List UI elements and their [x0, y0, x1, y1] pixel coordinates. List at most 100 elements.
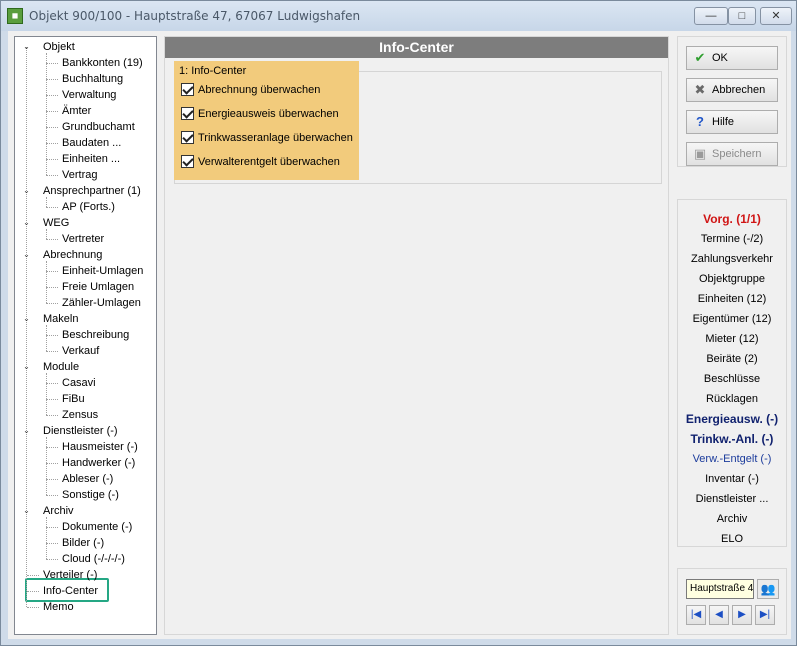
tree-item[interactable]: Handwerker (-)	[60, 455, 137, 471]
tree-item[interactable]: Buchhaltung	[60, 71, 125, 87]
tree-item-label: Zähler-Umlagen	[62, 297, 141, 309]
tree-item-label: Verkauf	[62, 345, 100, 357]
tree-item[interactable]: Casavi	[60, 375, 98, 391]
ok-button[interactable]: ✔ OK	[686, 46, 778, 70]
tree-item[interactable]: Baudaten ...	[60, 135, 123, 151]
tree-item[interactable]: Abrechnung	[41, 247, 104, 263]
first-record-button[interactable]: |◀	[686, 605, 706, 625]
monitor-checkbox-row[interactable]: Trinkwasseranlage überwachen	[181, 131, 353, 147]
checkbox-label: Abrechnung überwachen	[198, 84, 321, 96]
monitor-checkbox-row[interactable]: Abrechnung überwachen	[181, 83, 320, 99]
checkbox-checked-icon[interactable]	[181, 155, 194, 168]
tree-item[interactable]: Bankkonten (19)	[60, 55, 145, 71]
nav-link[interactable]: Inventar (-)	[678, 471, 786, 487]
nav-link[interactable]: Termine (-/2)	[678, 231, 786, 247]
tree-item[interactable]: Zensus	[60, 407, 100, 423]
tree-item-label: Hausmeister (-)	[62, 441, 138, 453]
tree-item[interactable]: Zähler-Umlagen	[60, 295, 143, 311]
address-field[interactable]: Hauptstraße 47	[686, 579, 754, 599]
tree-connector-line	[46, 261, 47, 303]
tree-item-label: Archiv	[43, 505, 74, 517]
tree-connector-line	[27, 575, 39, 576]
record-navigation-panel: Hauptstraße 47 👥 |◀ ◀ ▶ ▶|	[677, 568, 787, 635]
nav-link[interactable]: Einheiten (12)	[678, 291, 786, 307]
tree-item[interactable]: Ämter	[60, 103, 93, 119]
save-button[interactable]: ▣ Speichern	[686, 142, 778, 166]
tree-item[interactable]: Ableser (-)	[60, 471, 115, 487]
tree-item[interactable]: AP (Forts.)	[60, 199, 117, 215]
tree-item-label: Dienstleister (-)	[43, 425, 118, 437]
tree-item[interactable]: Einheiten ...	[60, 151, 122, 167]
tree-item[interactable]: Verkauf	[60, 343, 101, 359]
tree-item[interactable]: Hausmeister (-)	[60, 439, 140, 455]
tree-item[interactable]: Cloud (-/-/-/-)	[60, 551, 127, 567]
tree-item[interactable]: Sonstige (-)	[60, 487, 121, 503]
maximize-button[interactable]: □	[728, 7, 756, 25]
expand-chevron-icon[interactable]: ⌄	[22, 250, 31, 259]
expand-chevron-icon[interactable]: ⌄	[22, 426, 31, 435]
next-record-button[interactable]: ▶	[732, 605, 752, 625]
nav-link[interactable]: Rücklagen	[678, 391, 786, 407]
monitor-checkbox-row[interactable]: Energieausweis überwachen	[181, 107, 339, 123]
people-button[interactable]: 👥	[757, 579, 779, 599]
tree-item[interactable]: Beschreibung	[60, 327, 131, 343]
tree-item[interactable]: Dokumente (-)	[60, 519, 134, 535]
expand-chevron-icon[interactable]: ⌄	[22, 362, 31, 371]
expand-chevron-icon[interactable]: ⌄	[22, 506, 31, 515]
expand-chevron-icon[interactable]: ⌄	[22, 218, 31, 227]
tree-connector-line	[46, 79, 58, 80]
tree-connector-line	[46, 543, 58, 544]
tree-connector-line	[46, 63, 58, 64]
prev-record-button[interactable]: ◀	[709, 605, 729, 625]
tree-item[interactable]: Memo	[41, 599, 76, 615]
tree-item-label: Sonstige (-)	[62, 489, 119, 501]
checkbox-checked-icon[interactable]	[181, 83, 194, 96]
nav-link[interactable]: Beschlüsse	[678, 371, 786, 387]
nav-link[interactable]: Objektgruppe	[678, 271, 786, 287]
nav-link[interactable]: Dienstleister ...	[678, 491, 786, 507]
help-button[interactable]: ? Hilfe	[686, 110, 778, 134]
checkbox-label: Trinkwasseranlage überwachen	[198, 132, 353, 144]
nav-link[interactable]: Vorg. (1/1)	[678, 211, 786, 227]
tree-connector-line	[46, 287, 58, 288]
tree-item[interactable]: Vertrag	[60, 167, 99, 183]
tree-item[interactable]: Freie Umlagen	[60, 279, 136, 295]
tree-item[interactable]: Bilder (-)	[60, 535, 106, 551]
tree-connector-line	[46, 447, 58, 448]
tree-item-label: Cloud (-/-/-/-)	[62, 553, 125, 565]
nav-link[interactable]: Verw.-Entgelt (-)	[678, 451, 786, 467]
nav-link[interactable]: Archiv	[678, 511, 786, 527]
nav-link[interactable]: Mieter (12)	[678, 331, 786, 347]
last-record-button[interactable]: ▶|	[755, 605, 775, 625]
tree-item[interactable]: Verwaltung	[60, 87, 118, 103]
help-label: Hilfe	[712, 116, 735, 128]
expand-chevron-icon[interactable]: ⌄	[22, 186, 31, 195]
expand-chevron-icon[interactable]: ⌄	[22, 314, 31, 323]
tree-item[interactable]: Dienstleister (-)	[41, 423, 120, 439]
minimize-button[interactable]: —	[694, 7, 728, 25]
tree-item[interactable]: Ansprechpartner (1)	[41, 183, 143, 199]
nav-link[interactable]: Beiräte (2)	[678, 351, 786, 367]
tree-item[interactable]: Vertreter	[60, 231, 106, 247]
tree-item[interactable]: Module	[41, 359, 81, 375]
monitor-checkbox-row[interactable]: Verwalterentgelt überwachen	[181, 155, 340, 171]
tree-item[interactable]: Verteiler (-)	[41, 567, 99, 583]
nav-link[interactable]: Eigentümer (12)	[678, 311, 786, 327]
object-app-icon: ◼	[7, 8, 23, 24]
close-button[interactable]: ✕	[760, 7, 792, 25]
nav-link[interactable]: ELO	[678, 531, 786, 547]
nav-link[interactable]: Zahlungsverkehr	[678, 251, 786, 267]
expand-chevron-icon[interactable]: ⌄	[22, 42, 31, 51]
tree-item[interactable]: Einheit-Umlagen	[60, 263, 145, 279]
nav-link[interactable]: Trinkw.-Anl. (-)	[678, 431, 786, 447]
tree-item-label: Handwerker (-)	[62, 457, 136, 469]
tree-connector-line	[46, 175, 58, 176]
cancel-button[interactable]: ✖ Abbrechen	[686, 78, 778, 102]
nav-link[interactable]: Energieausw. (-)	[678, 411, 786, 427]
tree-item[interactable]: FiBu	[60, 391, 87, 407]
checkbox-checked-icon[interactable]	[181, 107, 194, 120]
navigation-tree[interactable]: ⌄ Objekt Bankkonten (19) Buchhaltung Verwalt…	[14, 36, 157, 635]
tree-item[interactable]: Info-Center	[41, 583, 100, 599]
tree-item[interactable]: Grundbuchamt	[60, 119, 137, 135]
checkbox-checked-icon[interactable]	[181, 131, 194, 144]
